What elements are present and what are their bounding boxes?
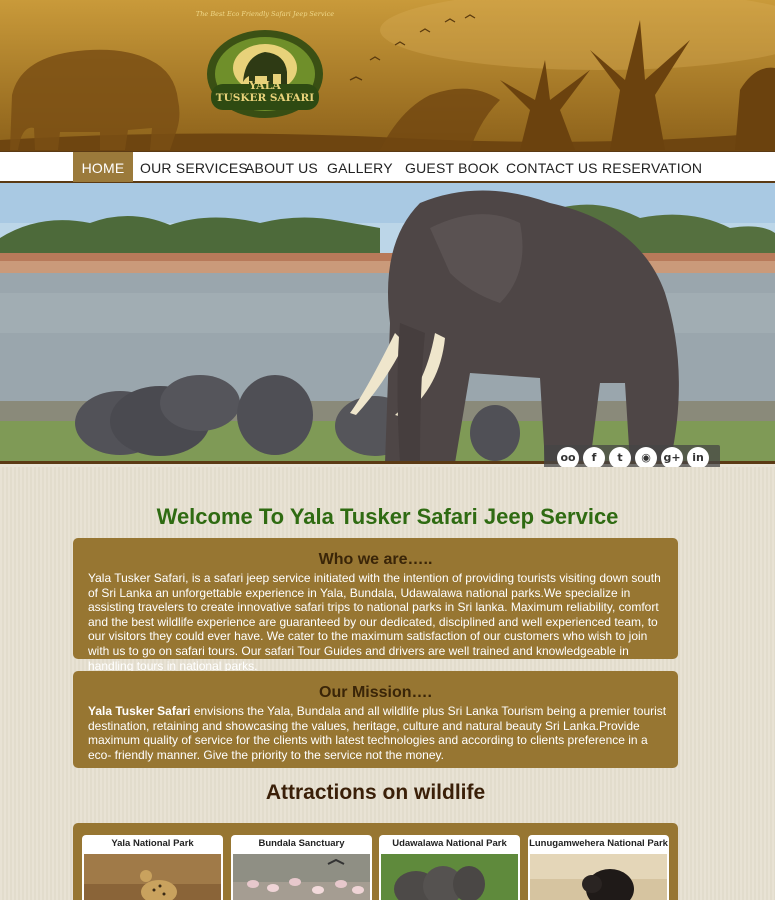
logo-name-line1: YALA (249, 79, 281, 92)
leopard-image (84, 854, 221, 900)
google-plus-icon[interactable]: g+ (661, 447, 683, 469)
card-bundala-sanctuary[interactable]: Bundala Sanctuary (231, 835, 372, 900)
card-title: Yala National Park (111, 838, 194, 849)
sloth-bear-image (530, 854, 667, 900)
twitter-icon[interactable]: t (609, 447, 631, 469)
mission-text: Yala Tusker Safari envisions the Yala, B… (88, 704, 668, 762)
mission-title: Our Mission…. (319, 684, 432, 701)
facebook-icon[interactable]: f (583, 447, 605, 469)
nav-reservation[interactable]: RESERVATION (602, 152, 702, 182)
site-logo[interactable]: YALA TUSKER SAFARI The Best Eco Friendly… (196, 10, 334, 120)
welcome-heading: Welcome To Yala Tusker Safari Jeep Servi… (156, 504, 619, 529)
mission-box: Our Mission…. Yala Tusker Safari envisio… (73, 671, 678, 768)
card-yala-national-park[interactable]: Yala National Park (82, 835, 223, 900)
who-we-are-title: Who we are….. (318, 551, 433, 568)
who-we-are-text: Yala Tusker Safari, is a safari jeep ser… (88, 571, 661, 673)
card-title: Lunugamwehera National Park (529, 838, 668, 849)
nav-about-us[interactable]: ABOUT US (245, 152, 318, 182)
nav-guest-book[interactable]: GUEST BOOK (405, 152, 499, 182)
card-lunugamwehera-national-park[interactable]: Lunugamwehera National Park (528, 835, 669, 900)
header-silhouette-art (0, 0, 775, 151)
logo-emblem-icon (207, 30, 323, 118)
nav-gallery[interactable]: GALLERY (327, 152, 393, 182)
hero-elephants-image (0, 183, 775, 461)
card-title: Udawalawa National Park (392, 838, 507, 849)
attractions-heading: Attractions on wildlife (265, 781, 486, 804)
hero-banner (0, 183, 775, 464)
rss-icon[interactable]: ◉ (635, 447, 657, 469)
card-udawalawa-national-park[interactable]: Udawalawa National Park (379, 835, 520, 900)
mission-bold-name: Yala Tusker Safari (88, 704, 191, 718)
tripadvisor-icon[interactable]: oo (557, 447, 579, 469)
card-title: Bundala Sanctuary (258, 838, 345, 849)
logo-tagline: The Best Eco Friendly Safari Jeep Servic… (195, 10, 335, 18)
main-nav: HOME OUR SERVICES ABOUT US GALLERY GUEST… (0, 151, 775, 183)
flamingos-image (233, 854, 370, 900)
nav-contact-us[interactable]: CONTACT US (506, 152, 598, 182)
nav-our-services[interactable]: OUR SERVICES (140, 152, 248, 182)
nav-home[interactable]: HOME (73, 152, 133, 182)
who-we-are-box: Who we are….. Yala Tusker Safari, is a s… (73, 538, 678, 673)
site-header: YALA TUSKER SAFARI The Best Eco Friendly… (0, 0, 775, 151)
elephant-herd-image (381, 854, 518, 900)
logo-name-line2: TUSKER SAFARI (215, 92, 315, 104)
linkedin-icon[interactable]: in (687, 447, 709, 469)
